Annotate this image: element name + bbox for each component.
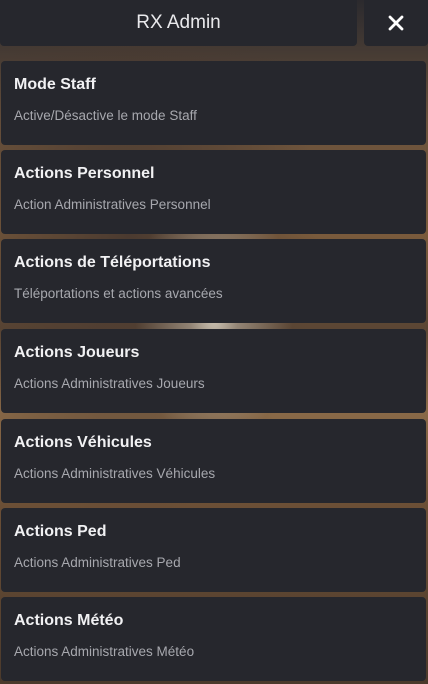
menu-item-actions-joueurs[interactable]: Actions Joueurs Actions Administratives … [1,329,426,413]
menu-item-description: Téléportations et actions avancées [14,286,223,301]
menu-item-description: Action Administratives Personnel [14,197,211,212]
menu-item-actions-personnel[interactable]: Actions Personnel Action Administratives… [1,150,426,234]
menu-item-label: Actions Météo [14,612,124,629]
menu-header: RX Admin [0,0,428,48]
menu-item-description: Actions Administratives Joueurs [14,376,205,391]
menu-item-actions-meteo[interactable]: Actions Météo Actions Administratives Mé… [1,597,426,681]
close-icon [388,15,404,31]
menu-item-actions-vehicules[interactable]: Actions Véhicules Actions Administrative… [1,419,426,503]
menu-item-actions-teleportations[interactable]: Actions de Téléportations Téléportations… [1,239,426,323]
menu-item-label: Actions Personnel [14,165,155,182]
menu-item-description: Active/Désactive le mode Staff [14,108,197,123]
menu-item-label: Actions de Téléportations [14,254,211,271]
menu-item-label: Actions Joueurs [14,344,140,361]
close-button[interactable] [364,0,428,46]
menu-item-description: Actions Administratives Ped [14,555,181,570]
menu-item-label: Actions Ped [14,523,107,540]
menu-item-label: Mode Staff [14,76,96,93]
menu-item-label: Actions Véhicules [14,434,152,451]
menu-title: RX Admin [136,12,221,33]
menu-item-description: Actions Administratives Véhicules [14,466,216,481]
title-bar: RX Admin [0,0,357,46]
menu-item-description: Actions Administratives Météo [14,644,195,659]
menu-item-mode-staff[interactable]: Mode Staff Active/Désactive le mode Staf… [1,61,426,145]
menu-item-actions-ped[interactable]: Actions Ped Actions Administratives Ped [1,508,426,592]
